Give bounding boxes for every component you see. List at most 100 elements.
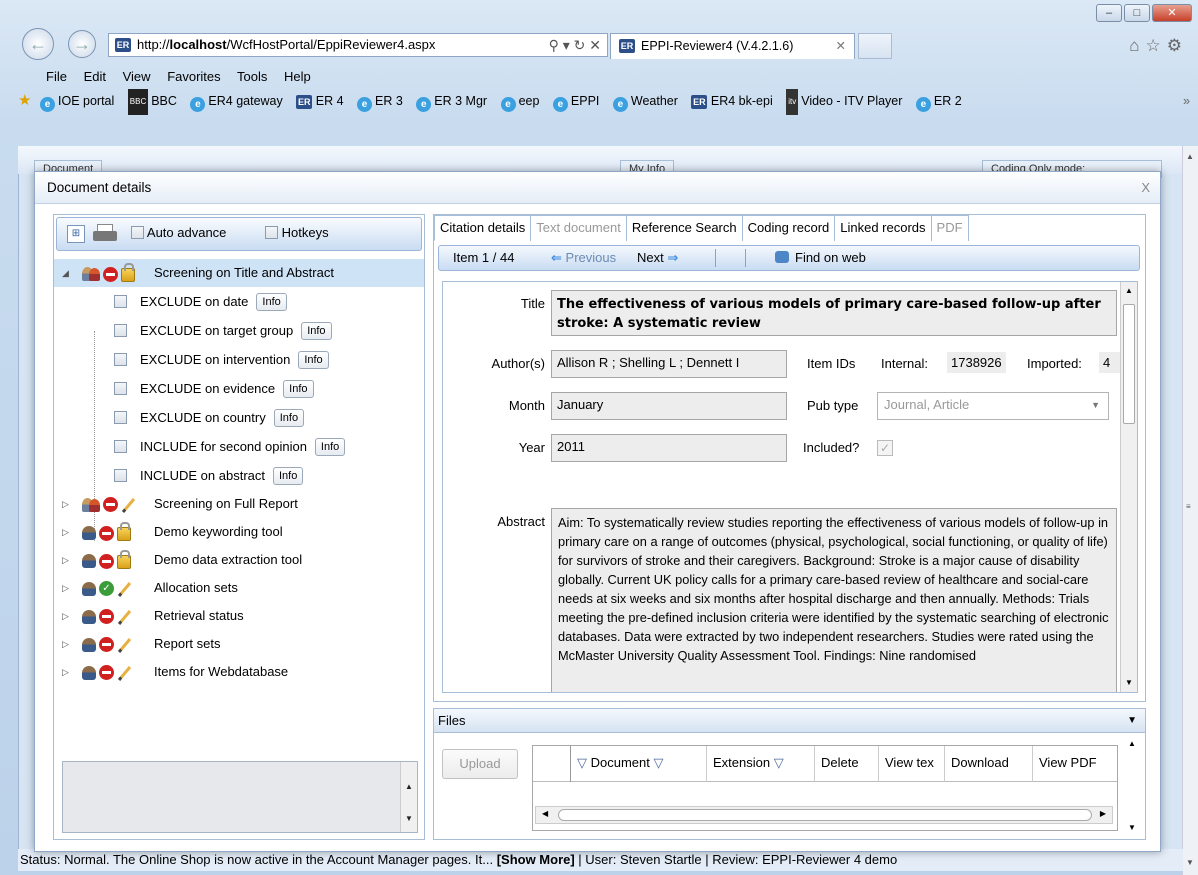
next-button[interactable]: Next ⇒	[637, 246, 678, 270]
notes-scrollbar[interactable]: ▲ ▼	[400, 762, 417, 832]
menu-view[interactable]: View	[123, 69, 151, 84]
files-vertical-scrollbar[interactable]: ▲ ▼	[1125, 739, 1141, 835]
tree-child-code[interactable]: EXCLUDE on evidence Info	[54, 374, 424, 403]
citation-scrollbar[interactable]: ▲ ▼	[1120, 282, 1137, 692]
settings-gear-icon[interactable]: ⚙	[1167, 36, 1188, 55]
fav-link[interactable]: e Weather	[612, 94, 678, 112]
search-icon[interactable]: ⚲	[549, 37, 559, 53]
tab-text-document[interactable]: Text document	[530, 215, 627, 241]
address-bar[interactable]: ER http://localhost/WcfHostPortal/EppiRe…	[108, 33, 608, 57]
code-checkbox[interactable]	[114, 353, 127, 366]
tree-node-set[interactable]: ▷ Report sets	[54, 630, 424, 658]
fav-link[interactable]: e ER 2	[915, 94, 962, 112]
expand-arrow-icon[interactable]: ▷	[62, 630, 69, 658]
code-checkbox[interactable]	[114, 295, 127, 308]
expand-arrow-icon[interactable]: ▷	[62, 574, 69, 602]
tree-child-code[interactable]: EXCLUDE on intervention Info	[54, 345, 424, 374]
scroll-up-icon[interactable]: ▲	[1186, 152, 1194, 161]
authors-field[interactable]: Allison R ; Shelling L ; Dennett I	[551, 350, 787, 378]
home-icon[interactable]: ⌂	[1129, 36, 1145, 55]
maximize-button[interactable]: □	[1124, 4, 1150, 22]
fav-link[interactable]: ER ER 4	[296, 94, 344, 109]
minimize-button[interactable]: –	[1096, 4, 1122, 22]
expand-arrow-icon[interactable]: ▷	[62, 546, 69, 574]
favorites-add-icon[interactable]: ★	[18, 88, 31, 114]
info-button[interactable]: Info	[298, 351, 329, 369]
expand-arrow-icon[interactable]: ▷	[62, 518, 69, 546]
tree-child-code[interactable]: INCLUDE for second opinion Info	[54, 432, 424, 461]
hotkeys-toggle[interactable]: Hotkeys	[265, 218, 329, 248]
show-more-link[interactable]: [Show More]	[497, 852, 575, 867]
fav-link[interactable]: e EPPI	[552, 94, 599, 112]
tree-node-set[interactable]: ▷ Demo keywording tool	[54, 518, 424, 546]
code-checkbox[interactable]	[114, 440, 127, 453]
expand-arrow-icon[interactable]: ▷	[62, 490, 69, 518]
tab-citation-details[interactable]: Citation details	[434, 215, 532, 241]
column-extension[interactable]: Extension ▽	[707, 746, 815, 782]
column-view-pdf[interactable]: View PDF	[1033, 746, 1115, 782]
tree-child-code[interactable]: EXCLUDE on target group Info	[54, 316, 424, 345]
dialog-close-button[interactable]: X	[1141, 180, 1150, 195]
scroll-down-icon[interactable]: ▼	[1125, 678, 1133, 687]
scroll-up-icon[interactable]: ▲	[1128, 739, 1136, 748]
tree-child-code[interactable]: EXCLUDE on date Info	[54, 287, 424, 316]
menu-edit[interactable]: Edit	[84, 69, 106, 84]
tree-node-screening-title-abstract[interactable]: ◢ Screening on Title and Abstract	[54, 259, 424, 287]
stop-icon[interactable]: ✕	[589, 37, 601, 53]
scroll-right-icon[interactable]: ▶	[1100, 809, 1106, 818]
info-button[interactable]: Info	[314, 438, 346, 456]
tree-node-set[interactable]: ▷ Screening on Full Report	[54, 490, 424, 518]
fav-link[interactable]: BBC BBC	[127, 89, 177, 115]
menu-tools[interactable]: Tools	[237, 69, 267, 84]
forward-button[interactable]: →	[68, 30, 96, 58]
title-field[interactable]: The effectiveness of various models of p…	[551, 290, 1117, 336]
previous-button[interactable]: ⇐ Previous	[551, 246, 616, 270]
browser-tab[interactable]: ER EPPI-Reviewer4 (V.4.2.1.6) ✕	[610, 33, 855, 59]
filter-icon[interactable]: ▽	[654, 755, 664, 770]
code-notes-box[interactable]: ▲ ▼	[62, 761, 418, 833]
filter-icon[interactable]: ▽	[577, 755, 587, 770]
column-document[interactable]: ▽ Document ▽	[571, 746, 707, 782]
fav-link[interactable]: e ER 3	[357, 94, 403, 112]
close-window-button[interactable]: ✕	[1152, 4, 1192, 22]
tab-close-icon[interactable]: ✕	[836, 34, 846, 58]
tab-linked-records[interactable]: Linked records	[834, 215, 932, 241]
tree-node-set[interactable]: ▷ Retrieval status	[54, 602, 424, 630]
scroll-down-icon[interactable]: ▼	[405, 814, 413, 823]
tab-reference-search[interactable]: Reference Search	[625, 215, 743, 241]
fav-link[interactable]: e eep	[500, 94, 539, 112]
fav-link[interactable]: e ER 3 Mgr	[416, 94, 487, 112]
filter-icon[interactable]: ▽	[774, 755, 784, 770]
scroll-thumb[interactable]	[558, 809, 1092, 821]
favorites-star-icon[interactable]: ☆	[1146, 36, 1167, 55]
upload-button[interactable]: Upload	[442, 749, 518, 779]
scroll-down-icon[interactable]: ▼	[1186, 858, 1194, 867]
menu-favorites[interactable]: Favorites	[167, 69, 220, 84]
expand-arrow-icon[interactable]: ▷	[62, 602, 69, 630]
find-on-web-button[interactable]: Find on web	[775, 246, 866, 270]
expand-arrow-icon[interactable]: ▷	[62, 658, 69, 686]
column-download[interactable]: Download	[945, 746, 1033, 782]
info-button[interactable]: Info	[283, 380, 314, 398]
tree-node-set[interactable]: ▷ Demo data extraction tool	[54, 546, 424, 574]
tab-coding-record[interactable]: Coding record	[741, 215, 836, 241]
info-button[interactable]: Info	[256, 293, 287, 311]
scroll-thumb[interactable]	[1123, 304, 1135, 424]
info-button[interactable]: Info	[301, 322, 332, 340]
code-checkbox[interactable]	[114, 382, 127, 395]
tree-child-code[interactable]: EXCLUDE on country Info	[54, 403, 424, 432]
collapse-arrow-icon[interactable]: ◢	[62, 259, 69, 287]
fav-link[interactable]: ER ER4 bk-epi	[691, 94, 773, 109]
info-button[interactable]: Info	[273, 467, 304, 485]
column-delete[interactable]: Delete	[815, 746, 879, 782]
new-tab-button[interactable]	[858, 33, 892, 59]
included-checkbox[interactable]: ✓	[877, 440, 893, 456]
code-checkbox[interactable]	[114, 469, 127, 482]
fav-link[interactable]: itv Video - ITV Player	[786, 89, 902, 115]
back-button[interactable]: ←	[22, 28, 54, 60]
scroll-down-icon[interactable]: ▼	[1128, 823, 1136, 832]
column-view-text[interactable]: View tex	[879, 746, 945, 782]
year-field[interactable]: 2011	[551, 434, 787, 462]
auto-advance-checkbox[interactable]	[131, 226, 144, 239]
grid-horizontal-scrollbar[interactable]: ◀ ▶	[535, 806, 1113, 824]
